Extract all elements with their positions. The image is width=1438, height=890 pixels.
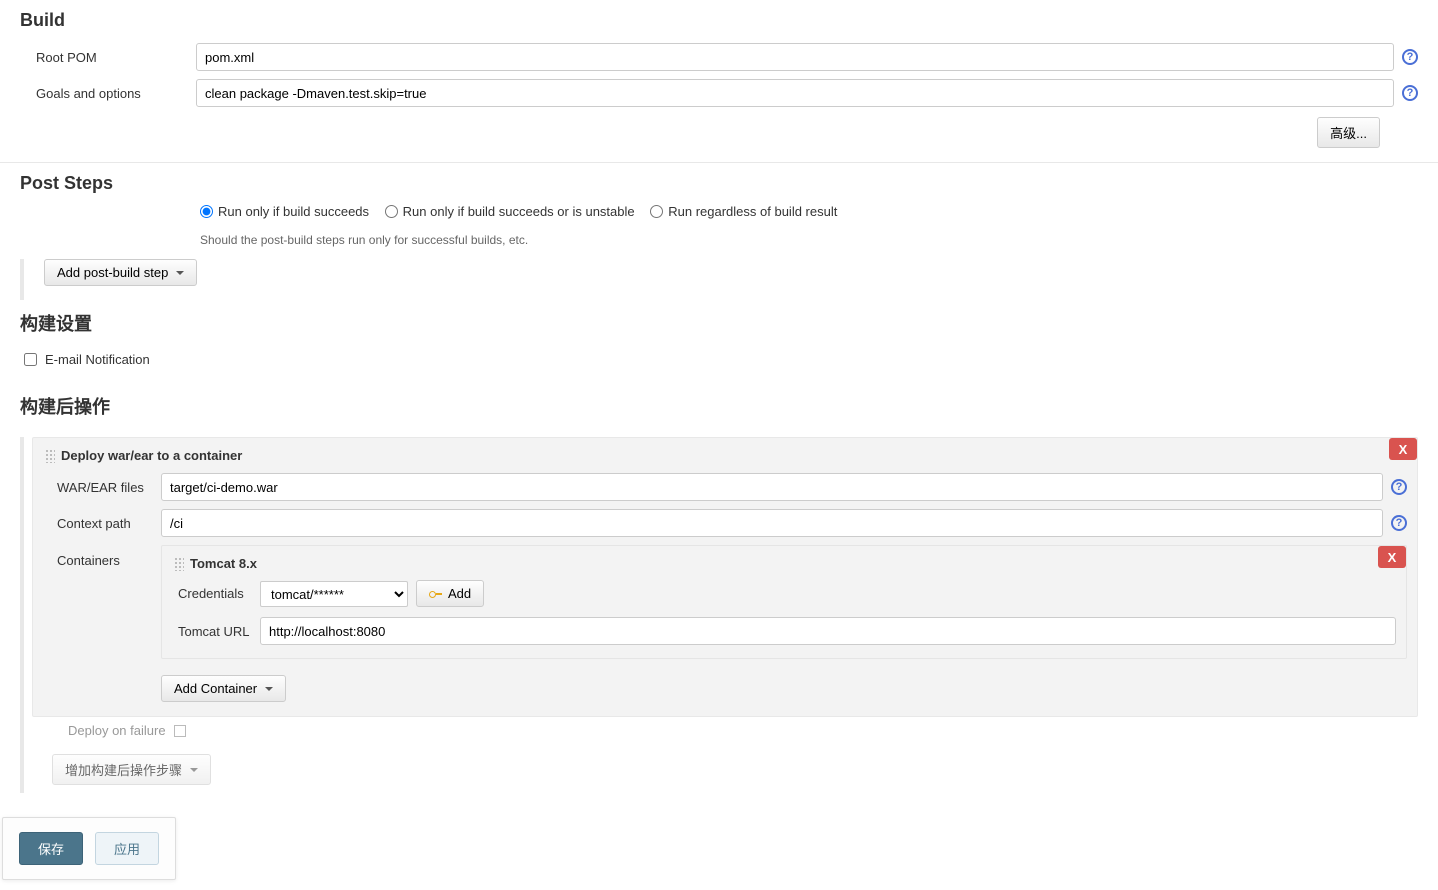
radio-unstable-label: Run only if build succeeds or is unstabl… [403,204,635,219]
root-pom-label: Root POM [36,50,196,65]
war-label: WAR/EAR files [43,480,161,495]
drag-handle-icon[interactable] [174,557,184,571]
help-icon[interactable]: ? [1391,515,1407,531]
deploy-on-failure-label: Deploy on failure [68,723,166,738]
radio-regardless-input[interactable] [650,205,663,218]
deploy-block: X Deploy war/ear to a container WAR/EAR … [20,437,1418,750]
root-pom-row: Root POM ? [0,39,1438,75]
help-icon[interactable]: ? [1402,85,1418,101]
tomcat-url-label: Tomcat URL [172,624,260,639]
radio-unstable-input[interactable] [385,205,398,218]
deploy-block-title: Deploy war/ear to a container [61,448,242,463]
post-steps-hint: Should the post-build steps run only for… [0,227,1438,259]
tomcat-url-input[interactable] [260,617,1396,645]
add-container-button[interactable]: Add Container [161,675,286,702]
key-icon [429,590,443,598]
bottom-action-bar: 保存 应用 [2,817,176,880]
post-build-section: 构建后操作 X Deploy war/ear to a container WA… [0,383,1438,793]
containers-label: Containers [43,545,161,568]
drag-handle-icon[interactable] [45,449,55,463]
remove-container-button[interactable]: X [1378,546,1406,568]
build-section: Build Root POM ? Goals and options ? 高级.… [0,0,1438,162]
context-path-input[interactable] [161,509,1383,537]
tomcat-container-block: X Tomcat 8.x Credentials tomcat/****** [161,545,1407,659]
add-credentials-label: Add [448,586,471,601]
build-title: Build [0,0,1438,39]
root-pom-input[interactable] [196,43,1394,71]
apply-button[interactable]: 应用 [95,832,159,865]
post-build-title: 构建后操作 [0,383,1438,427]
context-path-label: Context path [43,516,161,531]
save-button[interactable]: 保存 [19,832,83,865]
advanced-button[interactable]: 高级... [1317,117,1380,148]
help-icon[interactable]: ? [1402,49,1418,65]
email-notification-toggle[interactable]: E-mail Notification [24,352,150,367]
radio-regardless[interactable]: Run regardless of build result [650,204,837,219]
credentials-label: Credentials [172,586,260,601]
help-icon[interactable]: ? [1391,479,1407,495]
credentials-select[interactable]: tomcat/****** [260,581,408,607]
add-post-build-action-button[interactable]: 增加构建后操作步骤 [52,754,211,785]
add-post-build-step-button[interactable]: Add post-build step [44,259,197,286]
radio-succeeds-label: Run only if build succeeds [218,204,369,219]
email-notification-label: E-mail Notification [45,352,150,367]
remove-deploy-button[interactable]: X [1389,438,1417,460]
radio-succeeds[interactable]: Run only if build succeeds [200,204,369,219]
radio-succeeds-input[interactable] [200,205,213,218]
goals-row: Goals and options ? [0,75,1438,111]
container-name: Tomcat 8.x [190,556,257,571]
post-steps-section: Post Steps Run only if build succeeds Ru… [0,163,1438,300]
goals-input[interactable] [196,79,1394,107]
war-input[interactable] [161,473,1383,501]
checkbox-icon[interactable] [174,725,186,737]
email-notification-checkbox[interactable] [24,353,37,366]
build-settings-section: 构建设置 E-mail Notification [0,300,1438,383]
post-steps-title: Post Steps [0,163,1438,202]
add-credentials-button[interactable]: Add [416,580,484,607]
goals-label: Goals and options [36,86,196,101]
radio-unstable[interactable]: Run only if build succeeds or is unstabl… [385,204,635,219]
build-settings-title: 构建设置 [0,300,1438,344]
deploy-on-failure-row: Deploy on failure [24,717,1418,744]
radio-regardless-label: Run regardless of build result [668,204,837,219]
